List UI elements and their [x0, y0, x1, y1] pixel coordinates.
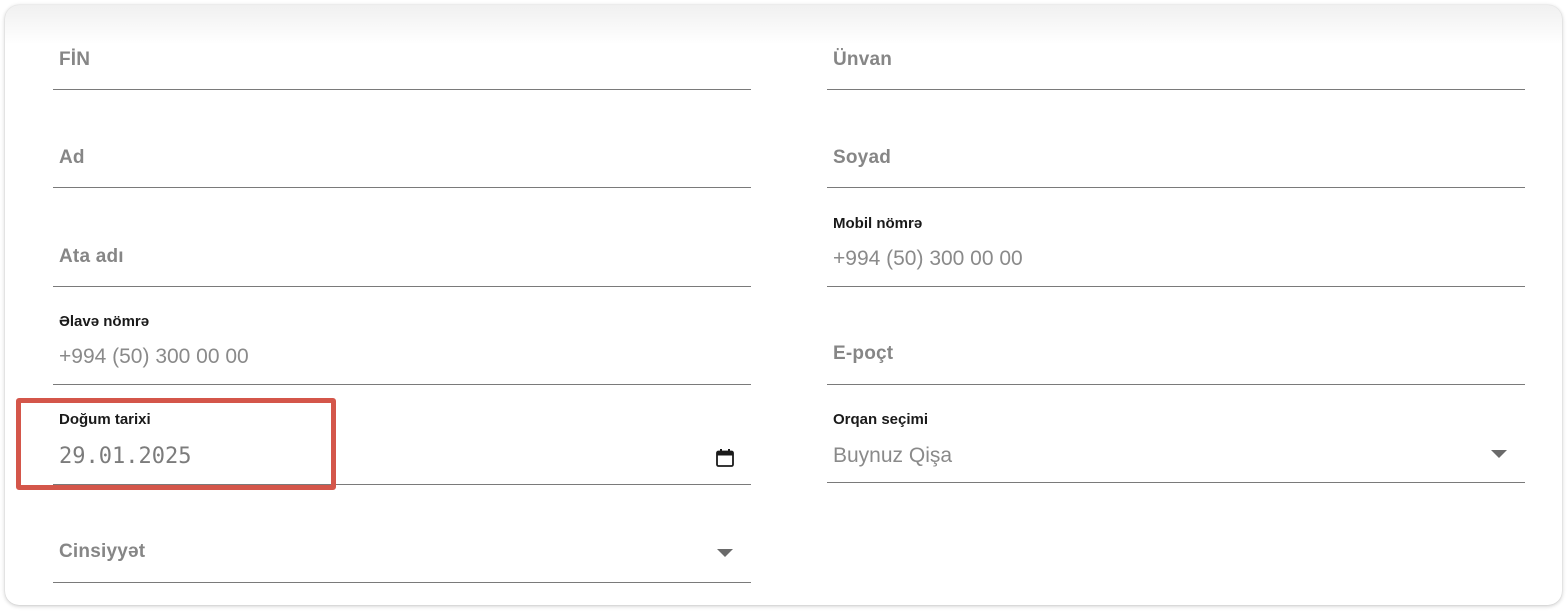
organ-select-value: Buynuz Qişa — [833, 444, 953, 467]
address-placeholder: Ünvan — [833, 49, 893, 70]
extra-phone-field[interactable]: Əlavə nömrə +994 (50) 300 00 00 — [53, 309, 751, 385]
gender-select[interactable]: Cinsiyyət — [53, 517, 751, 583]
email-field[interactable]: E-poçt — [827, 319, 1525, 385]
first-name-field[interactable]: Ad — [53, 123, 751, 188]
birth-date-field[interactable]: Doğum tarixi 29.01.2025 — [53, 408, 751, 485]
last-name-placeholder: Soyad — [833, 147, 892, 168]
birth-date-value: 29.01.2025 — [59, 444, 192, 469]
last-name-field[interactable]: Soyad — [827, 123, 1525, 188]
chevron-down-icon[interactable] — [1491, 450, 1507, 458]
gender-placeholder: Cinsiyyət — [59, 541, 146, 562]
mobile-number-label: Mobil nömrə — [833, 215, 923, 232]
first-name-placeholder: Ad — [59, 147, 85, 168]
organ-select-label: Orqan seçimi — [833, 411, 929, 428]
extra-phone-value: +994 (50) 300 00 00 — [59, 345, 249, 368]
calendar-icon[interactable] — [715, 448, 735, 468]
organ-select[interactable]: Orqan seçimi Buynuz Qişa — [827, 408, 1525, 483]
form-card: FİN Ünvan Ad Soyad Ata adı Mobil nömrə +… — [5, 5, 1562, 605]
extra-phone-label: Əlavə nömrə — [59, 313, 150, 330]
birth-date-label: Doğum tarixi — [59, 411, 151, 428]
mobile-number-field[interactable]: Mobil nömrə +994 (50) 300 00 00 — [827, 211, 1525, 287]
father-name-placeholder: Ata adı — [59, 246, 124, 267]
father-name-field[interactable]: Ata adı — [53, 221, 751, 287]
mobile-number-value: +994 (50) 300 00 00 — [833, 247, 1023, 270]
fin-placeholder: FİN — [59, 49, 91, 70]
chevron-down-icon[interactable] — [717, 549, 733, 557]
fin-field[interactable]: FİN — [53, 25, 751, 90]
email-placeholder: E-poçt — [833, 343, 894, 364]
address-field[interactable]: Ünvan — [827, 25, 1525, 90]
